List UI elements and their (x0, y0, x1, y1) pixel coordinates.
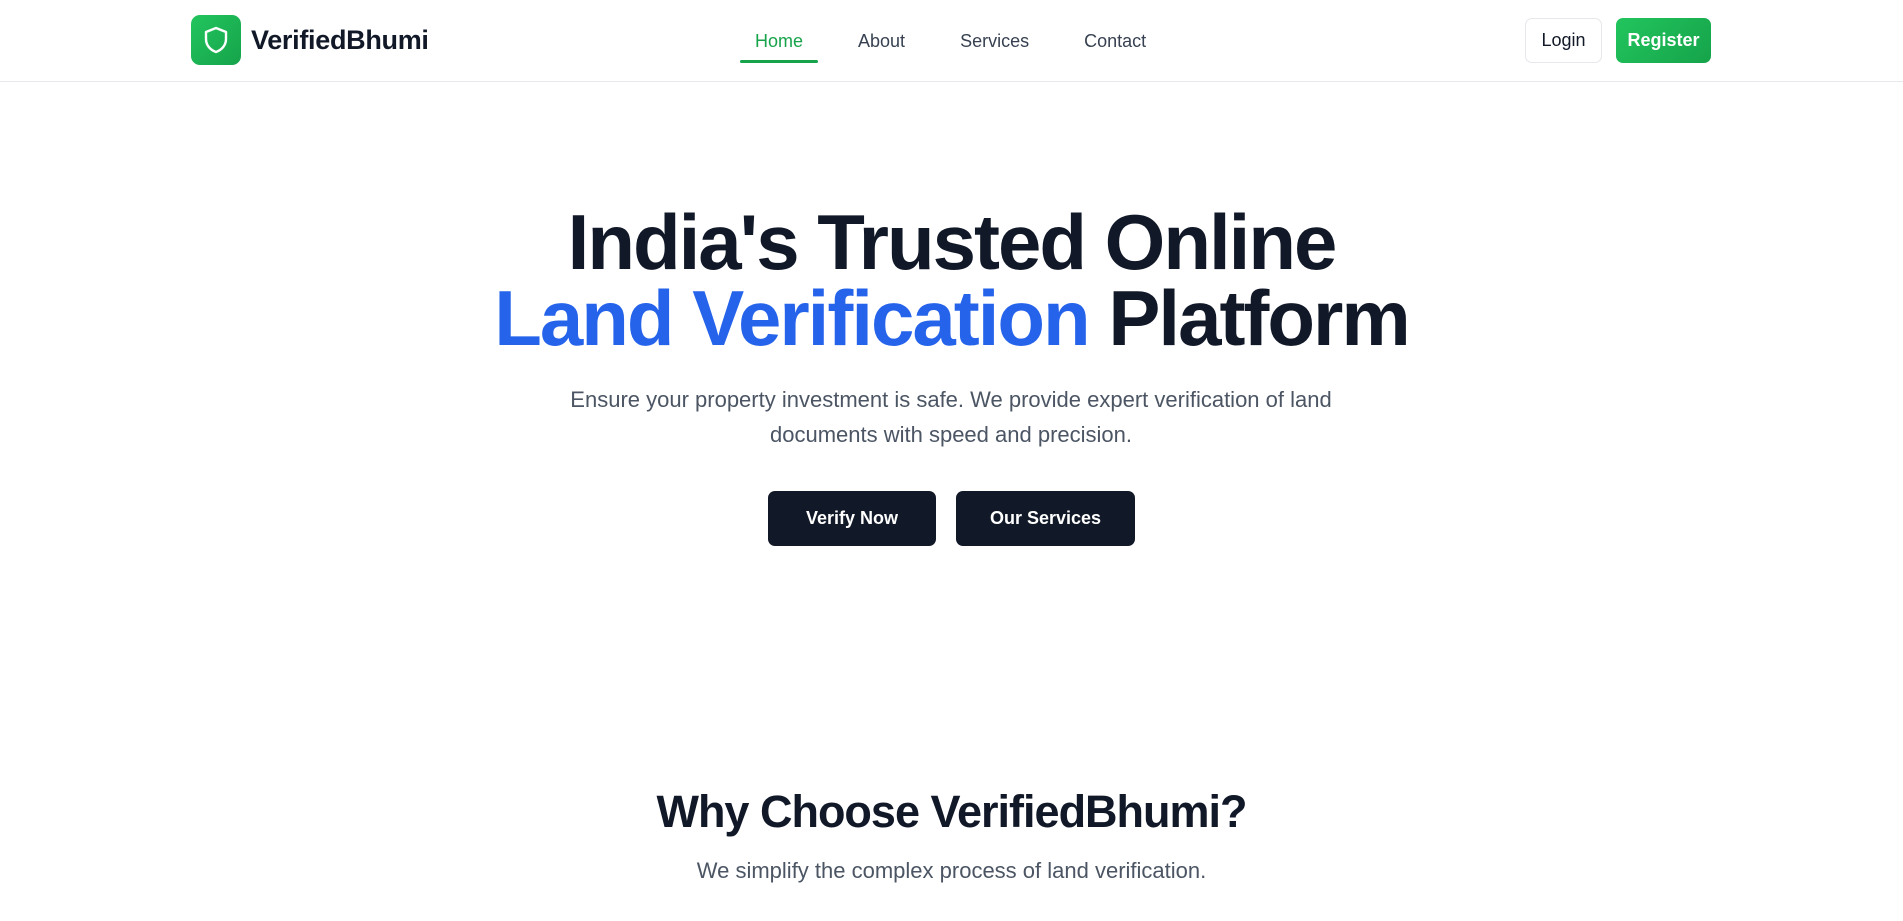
why-section-subtitle: We simplify the complex process of land … (696, 858, 1207, 883)
nav-link-services[interactable]: Services (945, 0, 1044, 82)
nav-link-contact[interactable]: Contact (1069, 0, 1161, 82)
hero-subtitle: Ensure your property investment is safe.… (570, 387, 1332, 447)
brand[interactable]: VerifiedBhumi (191, 15, 429, 65)
hero-title: India's Trusted Online Land Verification… (0, 203, 1903, 357)
register-button[interactable]: Register (1616, 18, 1711, 63)
login-button[interactable]: Login (1525, 18, 1602, 63)
brand-name: VerifiedBhumi (251, 24, 429, 55)
hero-title-rest: Platform (1108, 274, 1410, 362)
nav-link-home[interactable]: Home (740, 0, 819, 82)
hero-title-accent: Land Verification (494, 274, 1090, 362)
why-section-title: Why Choose VerifiedBhumi? (656, 786, 1247, 837)
shield-icon (191, 15, 241, 65)
main-nav: Home About Services Contact (740, 0, 1161, 82)
our-services-button[interactable]: Our Services (956, 491, 1135, 546)
hero-actions: Verify Now Our Services (0, 491, 1903, 546)
top-navbar: VerifiedBhumi Home About Services Contac… (0, 0, 1903, 82)
hero-title-line1: India's Trusted Online (567, 198, 1338, 286)
verify-now-button[interactable]: Verify Now (768, 491, 936, 546)
nav-link-about[interactable]: About (843, 0, 920, 82)
